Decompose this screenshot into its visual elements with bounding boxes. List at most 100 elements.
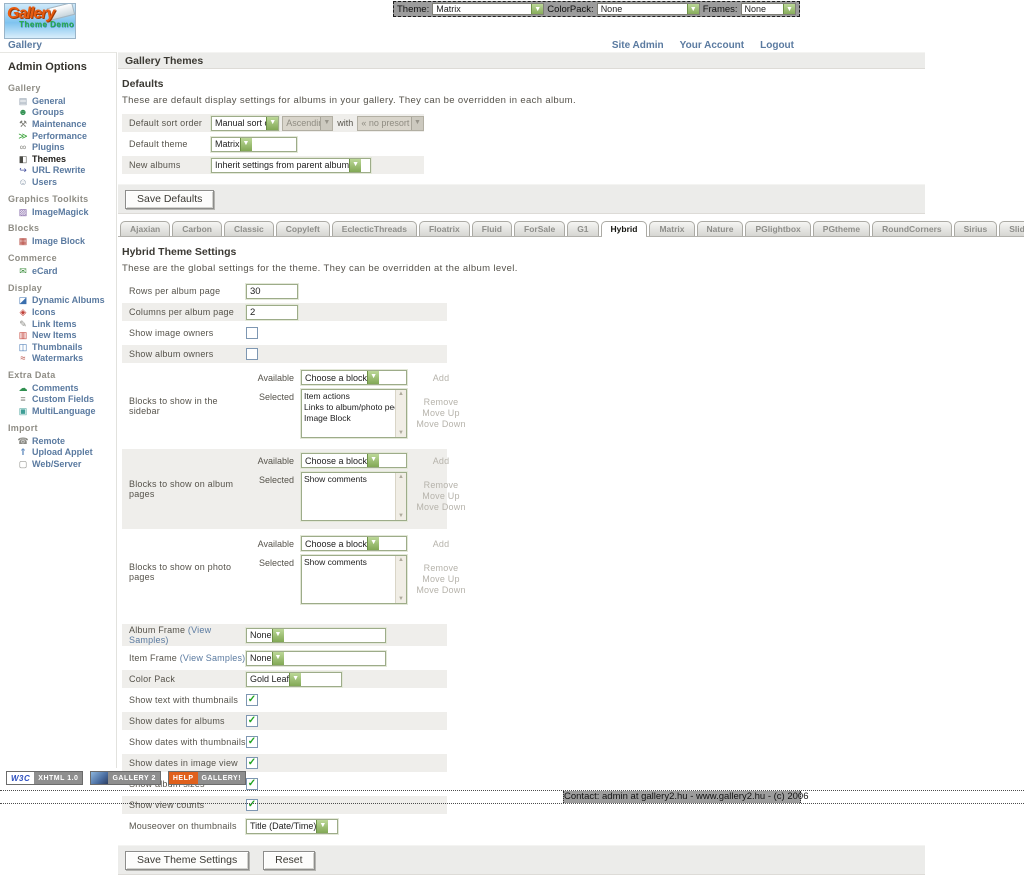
header-link-site-admin[interactable]: Site Admin <box>612 40 664 51</box>
new-albums-select[interactable]: Inherit settings from parent album ▼ <box>211 158 371 173</box>
show-dates-in-image-view-checkbox[interactable]: ✓ <box>246 757 258 769</box>
view-samples-link[interactable]: (View Samples) <box>180 653 246 663</box>
tab-matrix[interactable]: Matrix <box>649 221 694 236</box>
move-up-action[interactable]: Move Up <box>407 408 475 419</box>
show-text-with-thumbnails-checkbox[interactable]: ✓ <box>246 694 258 706</box>
tab-sirius[interactable]: Sirius <box>954 221 998 236</box>
tab-floatrix[interactable]: Floatrix <box>419 221 470 236</box>
album-frame-select[interactable]: None▼ <box>246 628 386 643</box>
tab-fluid[interactable]: Fluid <box>472 221 512 236</box>
remove-action[interactable]: Remove <box>407 480 475 491</box>
gallery2-badge[interactable]: GALLERY 2 <box>90 771 160 785</box>
tab-pglightbox[interactable]: PGlightbox <box>745 221 810 236</box>
move-up-action[interactable]: Move Up <box>407 491 475 502</box>
sidebar-item-custom-fields[interactable]: ≡Custom Fields <box>8 394 116 406</box>
list-scrollbar[interactable]: ▲▼ <box>395 390 406 437</box>
move-down-action[interactable]: Move Down <box>407 585 475 596</box>
scroll-up-icon[interactable]: ▲ <box>398 557 404 563</box>
sidebar-item-imagemagick[interactable]: ▨ImageMagick <box>8 206 116 218</box>
tab-eclecticthreads[interactable]: EclecticThreads <box>332 221 417 236</box>
tab-classic[interactable]: Classic <box>224 221 274 236</box>
list-item[interactable]: Show comments <box>304 557 394 568</box>
list-scrollbar[interactable]: ▲▼ <box>395 473 406 520</box>
sidebar-item-plugins[interactable]: ∞Plugins <box>8 141 116 153</box>
tab-slider[interactable]: Slider <box>999 221 1024 236</box>
frames-select[interactable]: None ▼ <box>741 3 796 15</box>
scroll-down-icon[interactable]: ▼ <box>398 513 404 519</box>
color-pack-select[interactable]: Gold Leaf▼ <box>246 672 342 687</box>
sidebar-item-thumbnails[interactable]: ◫Thumbnails <box>8 341 116 353</box>
sidebar-item-groups[interactable]: ☻Groups <box>8 107 116 119</box>
blocks-to-show-in-the-sidebar-selected-list[interactable]: Item actionsLinks to album/photo peersIm… <box>301 389 407 438</box>
sidebar-item-maintenance[interactable]: ⚒Maintenance <box>8 118 116 130</box>
scroll-up-icon[interactable]: ▲ <box>398 474 404 480</box>
list-item[interactable]: Show comments <box>304 474 394 485</box>
sidebar-item-multilanguage[interactable]: ▣MultiLanguage <box>8 405 116 417</box>
move-down-action[interactable]: Move Down <box>407 419 475 430</box>
sidebar-item-web-server[interactable]: ▢Web/Server <box>8 458 116 470</box>
show-album-owners-checkbox[interactable] <box>246 348 258 360</box>
show-album-sizes-checkbox[interactable]: ✓ <box>246 778 258 790</box>
remove-action[interactable]: Remove <box>407 563 475 574</box>
add-action[interactable]: Add <box>407 370 475 383</box>
tab-forsale[interactable]: ForSale <box>514 221 565 236</box>
theme-select[interactable]: Matrix ▼ <box>432 3 544 15</box>
sidebar-item-ecard[interactable]: ✉eCard <box>8 265 116 277</box>
list-scrollbar[interactable]: ▲▼ <box>395 556 406 603</box>
sidebar-item-performance[interactable]: ≫Performance <box>8 130 116 142</box>
colorpack-select[interactable]: None ▼ <box>597 3 700 15</box>
add-action[interactable]: Add <box>407 453 475 466</box>
show-image-owners-checkbox[interactable] <box>246 327 258 339</box>
default-theme-select[interactable]: Matrix ▼ <box>211 137 297 152</box>
save-theme-settings-button[interactable]: Save Theme Settings <box>125 851 249 870</box>
columns-per-album-page-input[interactable] <box>246 305 298 320</box>
help-badge[interactable]: HELPGALLERY! <box>168 771 246 785</box>
list-item[interactable]: Item actions <box>304 391 394 402</box>
sidebar-item-general[interactable]: ▤General <box>8 95 116 107</box>
tab-copyleft[interactable]: Copyleft <box>276 221 330 236</box>
gallery-logo[interactable]: Gallery Theme Demo <box>4 3 76 39</box>
mouseover-on-thumbnails-select[interactable]: Title (Date/Time)▼ <box>246 819 338 834</box>
sidebar-item-watermarks[interactable]: ≈Watermarks <box>8 353 116 365</box>
tab-ajaxian[interactable]: Ajaxian <box>120 221 170 236</box>
list-item[interactable]: Image Block <box>304 413 394 424</box>
sidebar-item-dynamic-albums[interactable]: ◪Dynamic Albums <box>8 295 116 307</box>
scroll-down-icon[interactable]: ▼ <box>398 430 404 436</box>
list-item[interactable]: Links to album/photo peers <box>304 402 394 413</box>
scroll-up-icon[interactable]: ▲ <box>398 391 404 397</box>
sidebar-item-image-block[interactable]: ▦Image Block <box>8 235 116 247</box>
sidebar-item-themes[interactable]: ◧Themes <box>8 153 116 165</box>
remove-action[interactable]: Remove <box>407 397 475 408</box>
sidebar-item-icons[interactable]: ◈Icons <box>8 306 116 318</box>
sidebar-item-comments[interactable]: ☁Comments <box>8 382 116 394</box>
xhtml-badge[interactable]: W3CXHTML 1.0 <box>6 771 83 785</box>
sidebar-item-remote[interactable]: ☎Remote <box>8 435 116 447</box>
show-dates-for-albums-checkbox[interactable]: ✓ <box>246 715 258 727</box>
blocks-to-show-on-album-pages-available-select[interactable]: Choose a block▼ <box>301 453 407 468</box>
blocks-to-show-on-album-pages-selected-list[interactable]: Show comments▲▼ <box>301 472 407 521</box>
sidebar-item-url-rewrite[interactable]: ↪URL Rewrite <box>8 165 116 177</box>
tab-nature[interactable]: Nature <box>697 221 744 236</box>
tab-roundcorners[interactable]: RoundCorners <box>872 221 952 236</box>
move-up-action[interactable]: Move Up <box>407 574 475 585</box>
blocks-to-show-on-photo-pages-selected-list[interactable]: Show comments▲▼ <box>301 555 407 604</box>
blocks-to-show-on-photo-pages-available-select[interactable]: Choose a block▼ <box>301 536 407 551</box>
tab-g1[interactable]: G1 <box>567 221 598 236</box>
sidebar-item-users[interactable]: ☺Users <box>8 176 116 188</box>
header-link-logout[interactable]: Logout <box>760 40 794 51</box>
sidebar-item-upload-applet[interactable]: ⇑Upload Applet <box>8 446 116 458</box>
move-down-action[interactable]: Move Down <box>407 502 475 513</box>
sidebar-item-new-items[interactable]: ▥New Items <box>8 329 116 341</box>
scroll-down-icon[interactable]: ▼ <box>398 596 404 602</box>
tab-hybrid[interactable]: Hybrid <box>601 221 648 236</box>
show-dates-with-thumbnails-checkbox[interactable]: ✓ <box>246 736 258 748</box>
header-link-your-account[interactable]: Your Account <box>680 40 744 51</box>
reset-button[interactable]: Reset <box>263 851 314 870</box>
rows-per-album-page-input[interactable] <box>246 284 298 299</box>
sidebar-item-link-items[interactable]: ✎Link Items <box>8 318 116 330</box>
blocks-to-show-in-the-sidebar-available-select[interactable]: Choose a block▼ <box>301 370 407 385</box>
breadcrumb[interactable]: Gallery <box>8 40 42 51</box>
tab-carbon[interactable]: Carbon <box>172 221 222 236</box>
default-sort-order-select[interactable]: Manual sort order ▼ <box>211 116 279 131</box>
item-frame-select[interactable]: None▼ <box>246 651 386 666</box>
